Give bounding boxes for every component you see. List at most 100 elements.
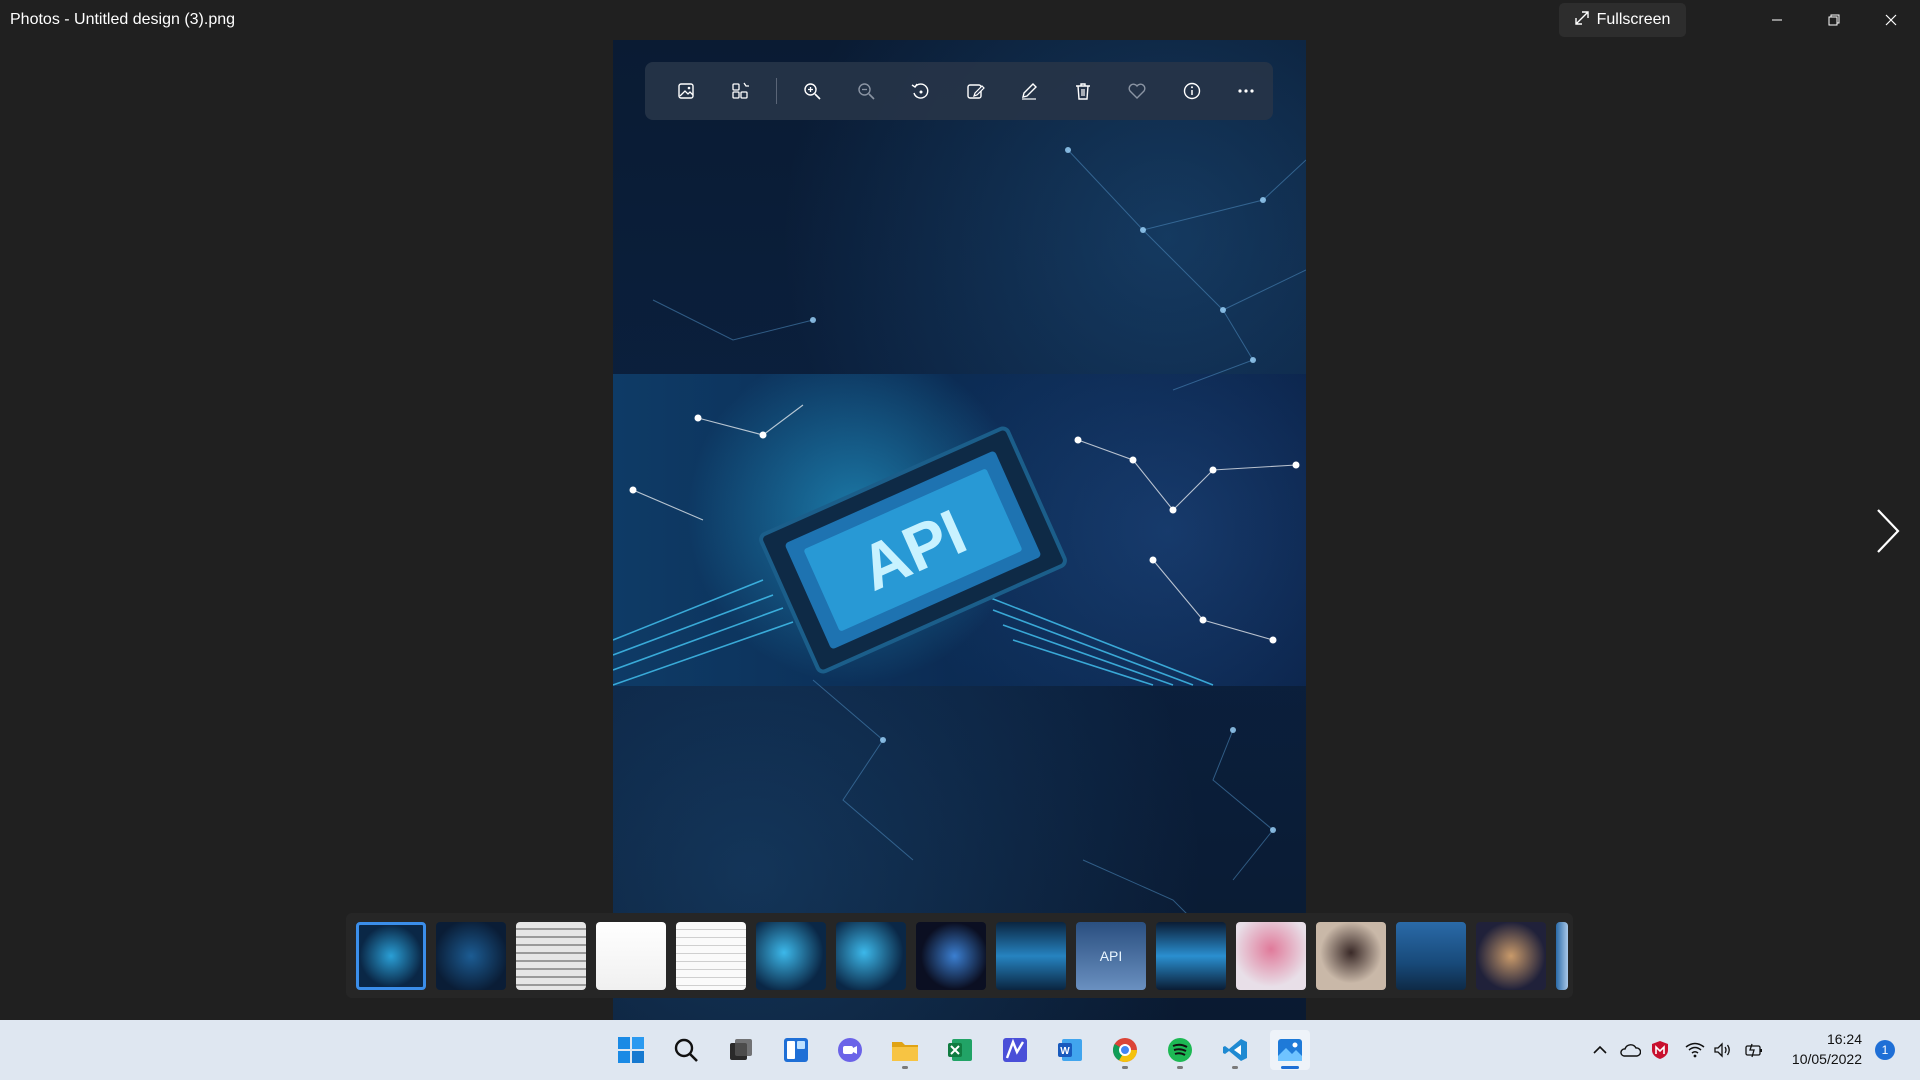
- filmstrip-thumbnail[interactable]: [676, 921, 746, 990]
- clock-time: 16:24: [1826, 1031, 1862, 1047]
- chat-icon: [838, 1038, 862, 1062]
- next-image-button[interactable]: [1870, 505, 1906, 557]
- delete-icon: [1076, 83, 1091, 100]
- running-indicator: [902, 1066, 908, 1069]
- rotate-button[interactable]: [893, 67, 947, 115]
- restore-icon: [1828, 14, 1840, 26]
- photos-icon: [1278, 1039, 1302, 1061]
- app-button[interactable]: [995, 1030, 1035, 1070]
- volume-icon: [1714, 1042, 1730, 1058]
- shield-icon: [1652, 1041, 1668, 1059]
- mcafee-tray-icon[interactable]: [1648, 1038, 1672, 1062]
- system-clock[interactable]: 16:24 10/05/2022: [1770, 1029, 1862, 1069]
- favorite-button[interactable]: [1110, 67, 1164, 115]
- chrome-button[interactable]: [1105, 1030, 1145, 1070]
- filmstrip-thumbnail[interactable]: [596, 921, 666, 990]
- more-options-button[interactable]: [1219, 67, 1273, 115]
- close-button[interactable]: [1863, 0, 1919, 40]
- vscode-icon: [1223, 1039, 1247, 1061]
- filmstrip-thumbnail[interactable]: [1316, 921, 1386, 990]
- windows-start-icon: [618, 1037, 644, 1063]
- battery-tray-icon[interactable]: [1742, 1038, 1766, 1062]
- chat-button[interactable]: [830, 1030, 870, 1070]
- filmstrip: API: [346, 913, 1573, 998]
- rotate-icon: [911, 83, 929, 99]
- window-title: Photos - Untitled design (3).png: [10, 11, 236, 28]
- excel-icon: [948, 1039, 972, 1061]
- restore-button[interactable]: [1806, 0, 1862, 40]
- filmstrip-thumbnail[interactable]: [836, 921, 906, 990]
- running-indicator: [1177, 1066, 1183, 1069]
- delete-button[interactable]: [1056, 67, 1110, 115]
- info-button[interactable]: [1165, 67, 1219, 115]
- chevron-up-icon: [1593, 1045, 1607, 1054]
- wifi-tray-icon[interactable]: [1683, 1038, 1707, 1062]
- gallery-button[interactable]: [713, 67, 767, 115]
- photo-toolbar: [645, 62, 1273, 120]
- photo-canvas[interactable]: API: [613, 40, 1306, 1020]
- chrome-icon: [1112, 1038, 1137, 1063]
- filmstrip-thumbnail[interactable]: [1156, 921, 1226, 990]
- file-explorer-button[interactable]: [885, 1030, 925, 1070]
- filmstrip-thumbnail[interactable]: [1396, 921, 1466, 990]
- filmstrip-thumbnail[interactable]: [916, 921, 986, 990]
- gallery-icon: [732, 82, 750, 99]
- onedrive-tray-icon[interactable]: [1618, 1038, 1642, 1062]
- zoom-in-button[interactable]: [785, 67, 839, 115]
- filmstrip-thumbnail[interactable]: [356, 921, 426, 990]
- taskbar-search-button[interactable]: [666, 1030, 706, 1070]
- filmstrip-thumbnail[interactable]: [516, 921, 586, 990]
- excel-button[interactable]: [940, 1030, 980, 1070]
- filmstrip-thumbnail[interactable]: API: [1076, 921, 1146, 990]
- chevron-right-icon: [1877, 509, 1900, 553]
- edit-image-button[interactable]: [947, 67, 1001, 115]
- spotify-button[interactable]: [1160, 1030, 1200, 1070]
- word-icon: W: [1058, 1039, 1082, 1061]
- task-view-button[interactable]: [721, 1030, 761, 1070]
- zoom-out-icon: [858, 83, 875, 100]
- info-icon: [1183, 82, 1200, 100]
- filmstrip-thumbnail[interactable]: [436, 921, 506, 990]
- photo-network-graphic: API: [613, 147, 1306, 981]
- show-hidden-icons-button[interactable]: [1588, 1038, 1612, 1062]
- more-icon: [1238, 89, 1254, 93]
- close-icon: [1885, 14, 1897, 26]
- minimize-button[interactable]: [1749, 0, 1805, 40]
- filmstrip-thumbnail[interactable]: [1236, 921, 1306, 990]
- view-image-button[interactable]: [659, 67, 713, 115]
- wifi-icon: [1685, 1042, 1705, 1058]
- notification-badge[interactable]: 1: [1875, 1040, 1895, 1060]
- filmstrip-thumbnail[interactable]: [756, 921, 826, 990]
- filmstrip-thumbnail[interactable]: [1476, 921, 1546, 990]
- draw-button[interactable]: [1002, 67, 1056, 115]
- photos-button[interactable]: [1270, 1030, 1310, 1070]
- svg-text:W: W: [1060, 1046, 1070, 1057]
- favorite-icon: [1128, 83, 1146, 99]
- image-icon: [678, 83, 694, 99]
- cloud-icon: [1620, 1044, 1641, 1057]
- start-button[interactable]: [611, 1030, 651, 1070]
- widgets-button[interactable]: [776, 1030, 816, 1070]
- title-bar: Photos - Untitled design (3).png Fullscr…: [0, 0, 1920, 40]
- widgets-icon: [784, 1038, 808, 1062]
- battery-charging-icon: [1745, 1043, 1762, 1058]
- fullscreen-button[interactable]: Fullscreen: [1559, 3, 1686, 37]
- active-indicator: [1281, 1066, 1299, 1069]
- filmstrip-thumbnail[interactable]: [1556, 921, 1568, 990]
- vscode-button[interactable]: [1215, 1030, 1255, 1070]
- app-icon: [1003, 1038, 1027, 1062]
- filmstrip-thumbnail[interactable]: [996, 921, 1066, 990]
- word-button[interactable]: W: [1050, 1030, 1090, 1070]
- running-indicator: [1232, 1066, 1238, 1069]
- draw-icon: [1021, 83, 1037, 100]
- edit-image-icon: [966, 84, 985, 99]
- zoom-in-icon: [803, 83, 821, 100]
- fullscreen-label: Fullscreen: [1596, 11, 1671, 28]
- volume-tray-icon[interactable]: [1711, 1038, 1735, 1062]
- expand-icon: [1574, 10, 1589, 30]
- clock-date: 10/05/2022: [1791, 1051, 1862, 1067]
- minimize-icon: [1772, 19, 1782, 21]
- zoom-out-button[interactable]: [839, 67, 893, 115]
- folder-icon: [892, 1042, 918, 1061]
- toolbar-divider: [775, 78, 777, 104]
